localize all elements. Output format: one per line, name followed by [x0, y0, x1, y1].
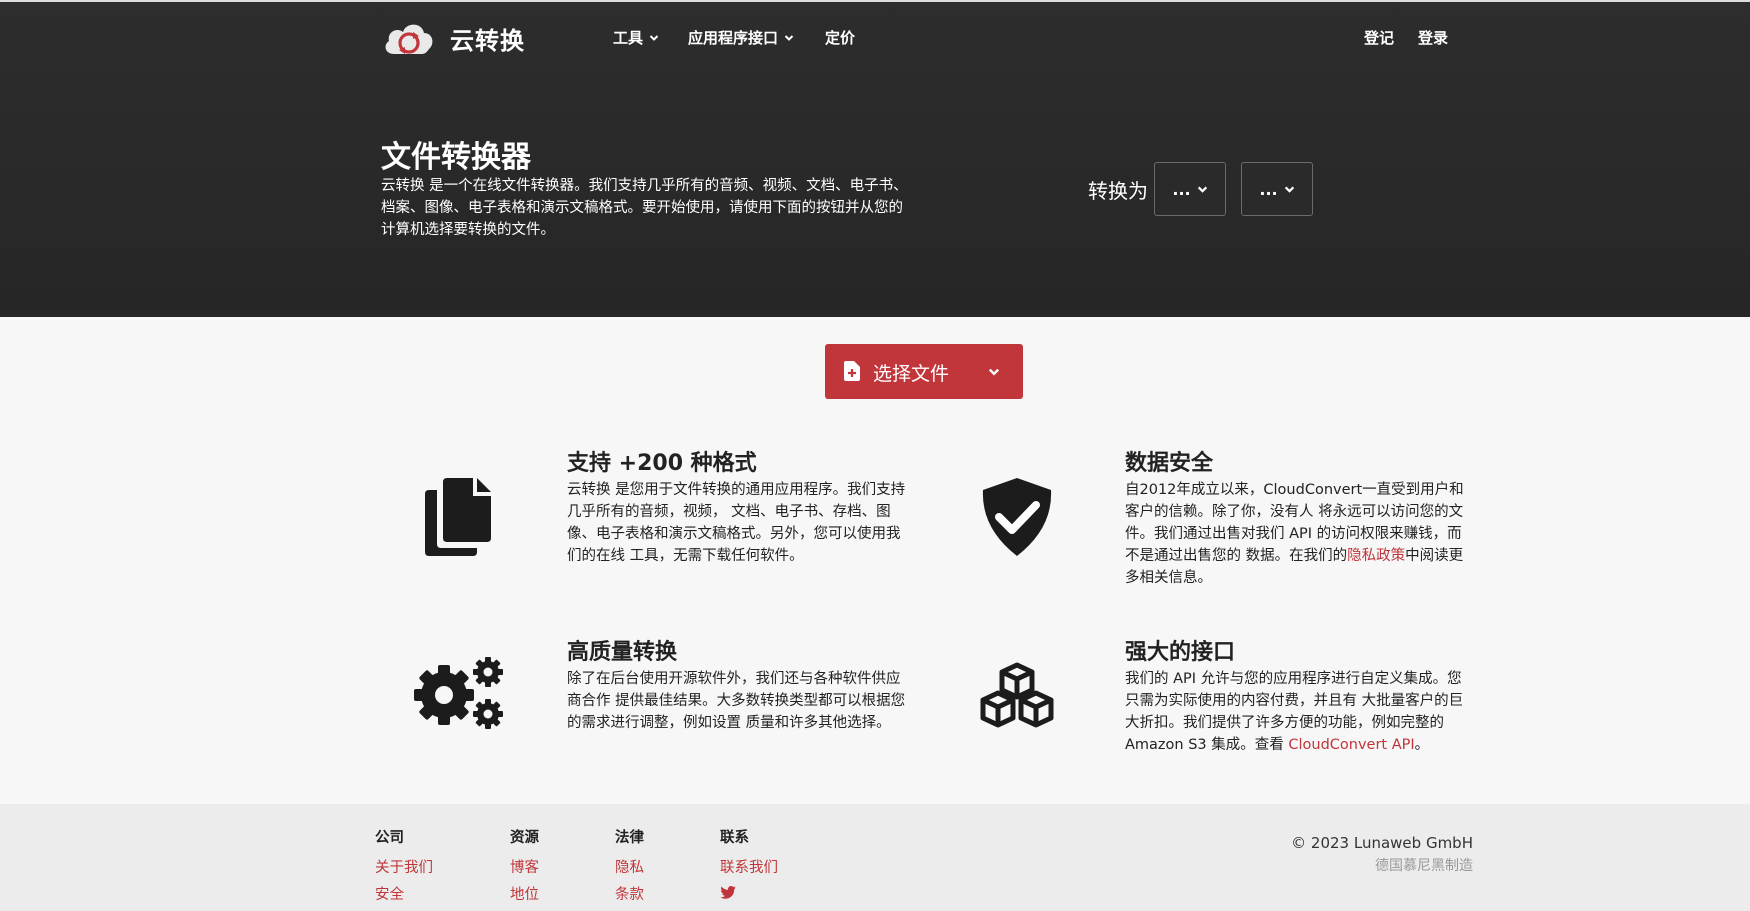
output-format-value: ...	[1259, 179, 1278, 199]
feature-security-text: 自2012年成立以来，CloudConvert一直受到用户和客户的信赖。除了你，…	[1125, 479, 1465, 589]
nav-register-label: 登记	[1364, 29, 1395, 47]
chevron-down-icon	[1197, 186, 1207, 193]
footer-link-privacy[interactable]: 隐私	[615, 856, 644, 877]
hero-section	[0, 0, 1750, 317]
nav-register[interactable]: 登记	[1364, 27, 1394, 48]
chevron-down-icon	[988, 368, 1000, 376]
input-format-select[interactable]: ...	[1154, 162, 1226, 216]
page-title: 文件转换器	[381, 140, 531, 175]
footer-link-security[interactable]: 安全	[375, 883, 404, 904]
footer-contact-heading: 联系	[720, 830, 749, 846]
feature-api-title: 强大的接口	[1125, 640, 1236, 665]
nav-api-label: 应用程序接口	[688, 29, 779, 47]
feature-quality-text: 除了在后台使用开源软件外，我们还与各种软件供应商合作 提供最佳结果。大多数转换类…	[567, 671, 906, 731]
shield-check-icon	[982, 478, 1052, 556]
nav-login[interactable]: 登录	[1418, 27, 1448, 48]
copy-files-icon	[425, 478, 491, 556]
logo[interactable]: 云转换	[382, 18, 525, 58]
footer-link-contact[interactable]: 联系我们	[720, 856, 778, 877]
cloud-logo-icon	[385, 24, 433, 54]
chevron-down-icon	[649, 34, 659, 41]
chevron-down-icon	[1284, 186, 1294, 193]
nav-tools-label: 工具	[613, 29, 644, 47]
made-in-note: 德国慕尼黑制造	[1375, 858, 1473, 874]
footer-legal-heading: 法律	[615, 830, 644, 846]
footer-link-terms[interactable]: 条款	[615, 883, 644, 904]
nav-pricing[interactable]: 定价	[825, 27, 855, 48]
gears-icon	[414, 657, 503, 729]
logo-text: 云转换	[450, 26, 525, 55]
cloudconvert-api-link[interactable]: CloudConvert API	[1288, 737, 1414, 753]
convert-to-label: 转换为	[1088, 179, 1148, 203]
input-format-value: ...	[1172, 179, 1191, 199]
footer-link-status[interactable]: 地位	[510, 883, 539, 904]
file-plus-icon	[844, 361, 860, 381]
nav-api[interactable]: 应用程序接口	[688, 27, 794, 48]
cubes-icon	[980, 662, 1054, 728]
nav-pricing-label: 定价	[825, 29, 856, 47]
feature-api-text: 我们的 API 允许与您的应用程序进行自定义集成。您只需为实际使用的内容付费，并…	[1125, 668, 1465, 756]
copyright: © 2023 Lunaweb GmbH	[1291, 834, 1473, 852]
twitter-icon[interactable]	[720, 886, 736, 899]
nav-tools[interactable]: 工具	[613, 27, 659, 48]
select-file-button[interactable]: 选择文件	[825, 344, 1023, 399]
nav-login-label: 登录	[1418, 29, 1449, 47]
privacy-policy-link[interactable]: 隐私政策	[1347, 548, 1405, 564]
feature-quality-title: 高质量转换	[567, 640, 678, 665]
select-file-label: 选择文件	[873, 363, 950, 385]
footer-resources-heading: 资源	[510, 830, 539, 846]
chevron-down-icon	[784, 34, 794, 41]
footer-link-about[interactable]: 关于我们	[375, 856, 433, 877]
footer-company-heading: 公司	[375, 830, 404, 846]
feature-api-text-end: 。	[1414, 737, 1430, 753]
hero-description: 云转换 是一个在线文件转换器。我们支持几乎所有的音频、视频、文档、电子书、档案、…	[381, 178, 908, 238]
footer-link-blog[interactable]: 博客	[510, 856, 539, 877]
feature-formats-text: 云转换 是您用于文件转换的通用应用程序。我们支持几乎所有的音频，视频， 文档、电…	[567, 482, 906, 564]
footer	[0, 804, 1750, 911]
feature-formats-title: 支持 +200 种格式	[567, 451, 757, 476]
feature-security-title: 数据安全	[1125, 451, 1214, 476]
output-format-select[interactable]: ...	[1241, 162, 1313, 216]
